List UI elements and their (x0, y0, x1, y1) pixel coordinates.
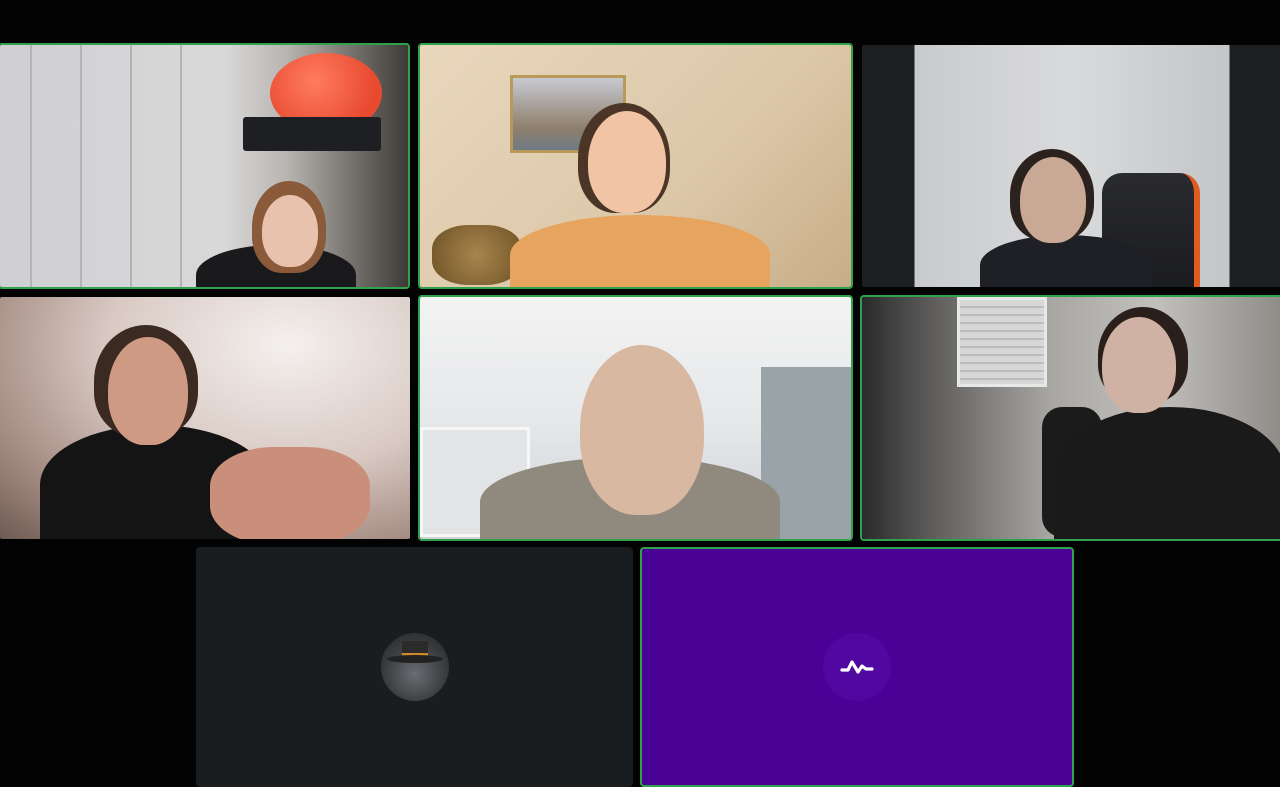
video-tile-participant-3[interactable] (860, 43, 1280, 289)
video-tile-participant-7[interactable] (196, 547, 633, 787)
video-feed (862, 45, 1280, 287)
waveform-icon (840, 660, 874, 674)
video-tile-participant-8[interactable] (640, 547, 1074, 787)
video-tile-participant-2[interactable] (418, 43, 853, 289)
video-feed (862, 297, 1280, 539)
video-tile-participant-4[interactable] (0, 295, 412, 541)
video-feed (420, 45, 851, 287)
video-feed (0, 297, 410, 539)
video-tile-participant-6[interactable] (860, 295, 1280, 541)
video-feed (0, 45, 408, 287)
video-tile-participant-1[interactable] (0, 43, 410, 289)
video-tile-participant-5[interactable] (418, 295, 853, 541)
video-feed (420, 297, 851, 539)
